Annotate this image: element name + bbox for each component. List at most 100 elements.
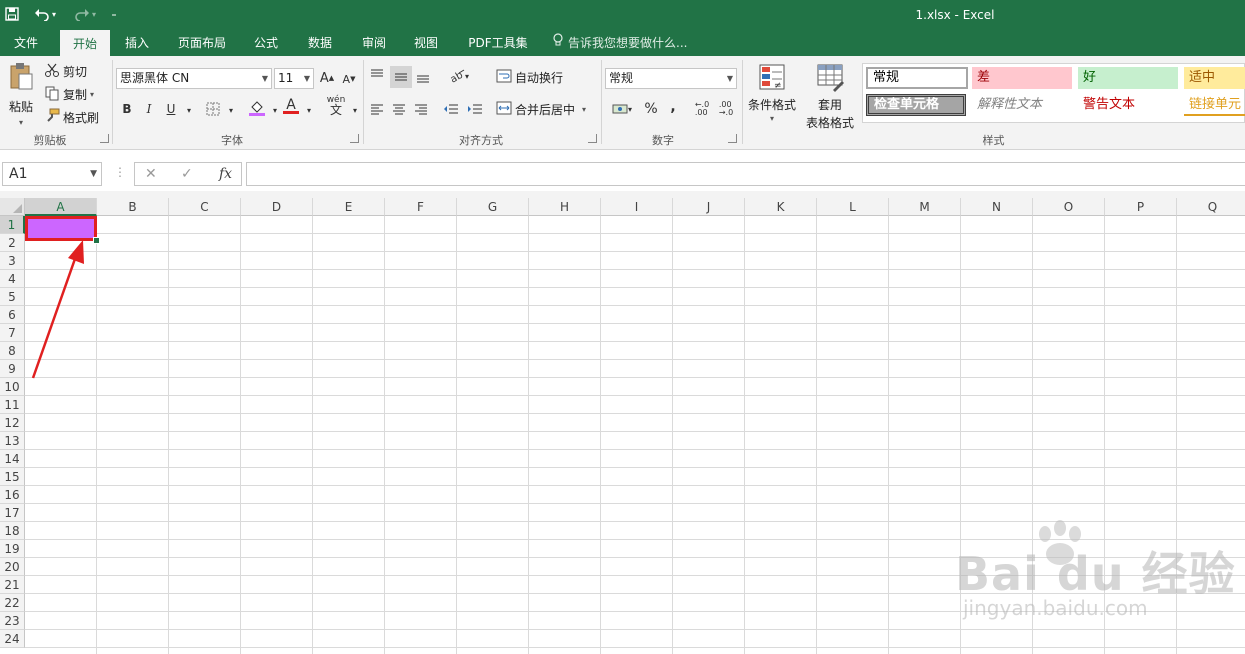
column-header-o[interactable]: O bbox=[1033, 198, 1105, 216]
customize-icon[interactable]: ₌ bbox=[106, 4, 122, 24]
row-header-23[interactable]: 23 bbox=[0, 612, 25, 630]
row-header-20[interactable]: 20 bbox=[0, 558, 25, 576]
style-linked-cell[interactable]: 链接单元 bbox=[1184, 94, 1245, 116]
row-header-18[interactable]: 18 bbox=[0, 522, 25, 540]
style-good[interactable]: 好 bbox=[1078, 67, 1178, 89]
font-launcher-icon[interactable] bbox=[350, 134, 359, 143]
row-header-16[interactable]: 16 bbox=[0, 486, 25, 504]
percent-button[interactable]: % bbox=[642, 100, 660, 118]
format-painter-button[interactable]: 格式刷 bbox=[44, 108, 99, 127]
row-header-12[interactable]: 12 bbox=[0, 414, 25, 432]
tab-review[interactable]: 审阅 bbox=[352, 30, 396, 56]
tab-data[interactable]: 数据 bbox=[298, 30, 342, 56]
row-header-13[interactable]: 13 bbox=[0, 432, 25, 450]
undo-icon[interactable]: ▾ bbox=[30, 4, 60, 24]
align-middle-icon[interactable] bbox=[390, 66, 412, 88]
column-header-e[interactable]: E bbox=[313, 198, 385, 216]
number-format-dropdown[interactable]: 常规 ▼ bbox=[605, 68, 737, 89]
style-check-cell[interactable]: 检查单元格 bbox=[866, 94, 966, 116]
chevron-down-icon[interactable]: ▾ bbox=[346, 101, 364, 119]
column-header-m[interactable]: M bbox=[889, 198, 961, 216]
bold-button[interactable]: B bbox=[118, 100, 136, 118]
align-bottom-icon[interactable] bbox=[414, 68, 432, 86]
fill-color-icon[interactable] bbox=[248, 98, 266, 116]
column-header-p[interactable]: P bbox=[1105, 198, 1177, 216]
currency-icon[interactable]: ▾ bbox=[608, 100, 636, 118]
style-bad[interactable]: 差 bbox=[972, 67, 1072, 89]
row-header-22[interactable]: 22 bbox=[0, 594, 25, 612]
chevron-down-icon[interactable]: ▾ bbox=[180, 101, 198, 119]
row-header-21[interactable]: 21 bbox=[0, 576, 25, 594]
row-header-24[interactable]: 24 bbox=[0, 630, 25, 648]
font-size-dropdown[interactable]: 11 ▼ bbox=[274, 68, 314, 89]
column-header-f[interactable]: F bbox=[385, 198, 457, 216]
watermark-brand: Bai du 经验 bbox=[955, 547, 1236, 601]
enter-button[interactable]: ✓ bbox=[181, 163, 193, 185]
format-as-table-button[interactable]: 套用 表格格式 bbox=[800, 62, 860, 131]
underline-button[interactable]: U bbox=[162, 100, 180, 118]
column-header-q[interactable]: Q bbox=[1177, 198, 1245, 216]
style-neutral[interactable]: 适中 bbox=[1184, 67, 1245, 89]
number-format-value: 常规 bbox=[609, 71, 634, 85]
tab-formulas[interactable]: 公式 bbox=[244, 30, 288, 56]
style-warning[interactable]: 警告文本 bbox=[1078, 94, 1178, 116]
font-name-dropdown[interactable]: 思源黑体 CN ▼ bbox=[116, 68, 272, 89]
increase-indent-icon[interactable] bbox=[466, 100, 484, 118]
decrease-indent-icon[interactable] bbox=[442, 100, 460, 118]
merge-center-button[interactable]: 合并后居中 ▾ bbox=[496, 101, 586, 118]
orientation-icon[interactable]: ab ▾ bbox=[446, 67, 472, 85]
cut-button[interactable]: 剪切 bbox=[44, 62, 87, 81]
tell-me-box[interactable]: 告诉我您想要做什么... bbox=[552, 30, 687, 56]
increase-font-icon[interactable]: A ▲ bbox=[318, 69, 336, 87]
tab-file[interactable]: 文件 bbox=[0, 30, 52, 56]
save-icon[interactable] bbox=[2, 4, 22, 24]
column-header-d[interactable]: D bbox=[241, 198, 313, 216]
phonetic-guide-button[interactable]: wén 文 bbox=[324, 95, 348, 116]
redo-icon[interactable]: ▾ bbox=[70, 4, 100, 24]
comma-button[interactable]: , bbox=[664, 98, 682, 116]
align-left-icon[interactable] bbox=[368, 100, 386, 118]
style-explanatory[interactable]: 解释性文本 bbox=[972, 94, 1072, 116]
copy-button[interactable]: 复制 ▾ bbox=[44, 85, 94, 104]
wrap-text-button[interactable]: 自动换行 bbox=[496, 69, 563, 86]
tab-view[interactable]: 视图 bbox=[404, 30, 448, 56]
formula-input[interactable] bbox=[246, 162, 1245, 186]
paste-button[interactable]: 粘贴 ▾ bbox=[6, 62, 36, 127]
column-header-j[interactable]: J bbox=[673, 198, 745, 216]
column-header-l[interactable]: L bbox=[817, 198, 889, 216]
chevron-down-icon[interactable]: ▾ bbox=[222, 101, 240, 119]
align-top-icon[interactable] bbox=[368, 66, 386, 84]
decrease-font-icon[interactable]: A ▼ bbox=[340, 70, 358, 88]
increase-decimal-icon[interactable]: ←.0.00 bbox=[692, 100, 712, 118]
align-right-icon[interactable] bbox=[412, 100, 430, 118]
chevron-down-icon[interactable]: ▾ bbox=[300, 101, 318, 119]
font-color-button[interactable]: A bbox=[282, 97, 300, 115]
italic-button[interactable]: I bbox=[140, 100, 158, 118]
tab-page-layout[interactable]: 页面布局 bbox=[168, 30, 236, 56]
column-header-g[interactable]: G bbox=[457, 198, 529, 216]
column-header-h[interactable]: H bbox=[529, 198, 601, 216]
borders-icon[interactable] bbox=[204, 100, 222, 118]
column-header-k[interactable]: K bbox=[745, 198, 817, 216]
alignment-launcher-icon[interactable] bbox=[588, 134, 597, 143]
number-launcher-icon[interactable] bbox=[728, 134, 737, 143]
insert-function-button[interactable]: fx bbox=[219, 163, 232, 185]
clipboard-launcher-icon[interactable] bbox=[100, 134, 109, 143]
column-header-c[interactable]: C bbox=[169, 198, 241, 216]
row-header-11[interactable]: 11 bbox=[0, 396, 25, 414]
column-header-i[interactable]: I bbox=[601, 198, 673, 216]
name-box[interactable]: A1 ▼ bbox=[2, 162, 102, 186]
align-center-icon[interactable] bbox=[390, 100, 408, 118]
style-normal[interactable]: 常规 bbox=[866, 67, 968, 89]
cancel-button[interactable]: ✕ bbox=[145, 163, 157, 185]
conditional-format-button[interactable]: ≠ 条件格式 ▾ bbox=[746, 62, 798, 123]
tab-pdf-tools[interactable]: PDF工具集 bbox=[458, 30, 538, 56]
tab-insert[interactable]: 插入 bbox=[116, 30, 158, 56]
decrease-decimal-icon[interactable]: .00 →.0 bbox=[716, 100, 736, 118]
row-header-19[interactable]: 19 bbox=[0, 540, 25, 558]
row-header-17[interactable]: 17 bbox=[0, 504, 25, 522]
row-header-15[interactable]: 15 bbox=[0, 468, 25, 486]
tab-home[interactable]: 开始 bbox=[60, 30, 110, 56]
column-header-n[interactable]: N bbox=[961, 198, 1033, 216]
row-header-14[interactable]: 14 bbox=[0, 450, 25, 468]
